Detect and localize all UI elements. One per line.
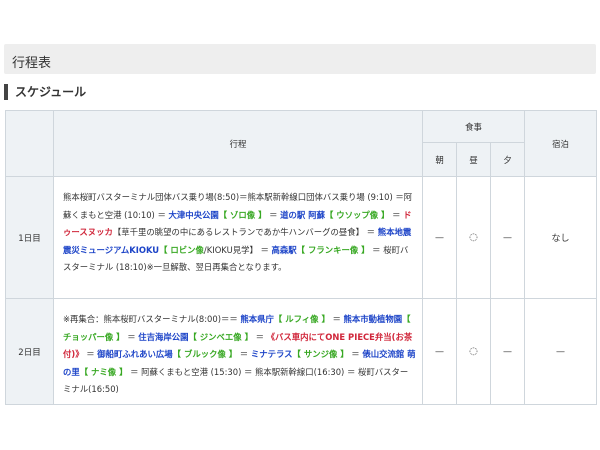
route-text: ＝ <box>83 349 98 359</box>
statue-label: 【 ジンベエ像 】 <box>188 331 253 342</box>
schedule-table: 行程 食事 宿泊 朝 昼 夕 1日目 熊本桜町バスターミナル団体バス乗り場(8:… <box>5 110 598 405</box>
statue-label: 【 サンジ像 】 <box>292 349 349 359</box>
breakfast-header: 朝 <box>422 142 457 177</box>
lunch-cell: ◌ <box>456 176 491 299</box>
place-name: 熊本県庁 <box>240 314 274 324</box>
table-row: 1日目 熊本桜町バスターミナル団体バス乗り場(8:50)＝熊本駅新幹線口団体バス… <box>5 176 598 299</box>
place-name: 住吉海岸公園 <box>138 331 189 342</box>
route-text: ＝ <box>237 349 251 359</box>
place-name: 道の駅 阿蘇 <box>280 209 325 220</box>
route-text: /KIOKU見学】 ＝ <box>203 244 272 255</box>
route-cell: ※再集合：熊本桜町バスターミナル(8:00)＝＝ 熊本県庁【 ルフィ像 】 ＝ … <box>53 298 423 405</box>
place-name: 御船町ふれあい広場 <box>97 349 173 359</box>
route-text: ＝ <box>329 314 344 324</box>
meals-header: 食事 <box>421 110 526 143</box>
dinner-cell: — <box>489 176 526 299</box>
statue-label: 【 ブルック像 】 <box>172 349 238 359</box>
corner-cell <box>5 110 54 177</box>
route-text: ※再集合：熊本桜町バスターミナル(8:00)＝＝ <box>63 314 241 324</box>
place-name: ミナテラス <box>250 349 293 359</box>
dinner-header: 夕 <box>489 142 526 177</box>
day-label: 1日目 <box>5 176 54 299</box>
place-name: 大津中央公園 <box>168 209 219 220</box>
statue-label: 【 ウソップ像 】 <box>324 209 390 220</box>
section-title: スケジュール <box>4 84 86 100</box>
breakfast-cell: — <box>422 176 457 299</box>
lodging-header: 宿泊 <box>524 110 598 177</box>
lunch-header: 昼 <box>456 142 491 177</box>
route-cell: 熊本桜町バスターミナル団体バス乗り場(8:50)＝熊本駅新幹線口団体バス乗り場 … <box>53 176 423 299</box>
lodging-cell: — <box>524 298 598 405</box>
dinner-cell: — <box>489 298 526 405</box>
route-text: ＝ <box>348 349 363 359</box>
lodging-cell: なし <box>524 176 598 299</box>
statue-label: 【 フランキー像 】 <box>296 244 370 255</box>
route-text: ＝ <box>252 331 267 342</box>
route-header: 行程 <box>53 110 423 177</box>
route-text: 【草千里の眺望の中にあるレストランであか牛ハンバーグの昼食】 ＝ <box>112 227 378 237</box>
breakfast-cell: — <box>422 298 457 405</box>
page-title: 行程表 <box>4 44 596 74</box>
route-text: ＝ <box>389 209 404 220</box>
statue-label: 【 ゾロ像 】 <box>218 209 267 220</box>
lunch-cell: ◌ <box>456 298 491 405</box>
place-name: 高森駅 <box>271 244 297 255</box>
place-name: 熊本市動植物園 <box>343 314 403 324</box>
route-text: ＝ <box>124 331 139 342</box>
statue-label: 【 ナミ像 】 <box>79 366 128 377</box>
statue-label: 【 ロビン像 <box>159 244 204 255</box>
route-text: ＝ <box>266 209 281 220</box>
statue-label: 【 ルフィ像 】 <box>273 314 330 324</box>
day-label: 2日目 <box>5 298 54 405</box>
table-row: 2日目 ※再集合：熊本桜町バスターミナル(8:00)＝＝ 熊本県庁【 ルフィ像 … <box>5 298 598 405</box>
